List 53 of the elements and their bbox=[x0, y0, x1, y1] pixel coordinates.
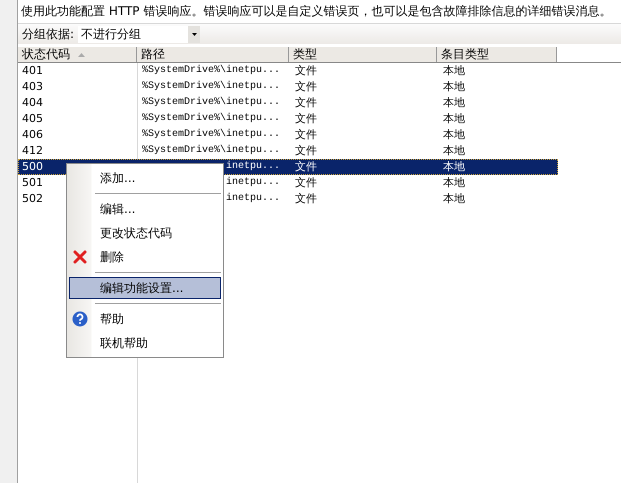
table-cell: 本地 bbox=[443, 127, 465, 143]
table-cell: 文件 bbox=[295, 63, 317, 79]
table-cell-text: %SystemDrive%\inetpu... bbox=[142, 144, 280, 158]
table-cell: 500 bbox=[22, 159, 43, 175]
column-header[interactable]: 条目类型 bbox=[437, 47, 557, 62]
table-cell: 文件 bbox=[295, 95, 317, 111]
help-icon bbox=[72, 311, 88, 327]
table-cell-text: %SystemDrive%\inetpu... bbox=[142, 64, 280, 78]
table-cell-text: %SystemDrive%\inetpu... bbox=[142, 80, 280, 94]
menu-item[interactable]: 编辑功能设置... bbox=[69, 277, 221, 299]
table-cell: 文件 bbox=[295, 127, 317, 143]
delete-icon bbox=[72, 249, 88, 265]
table-cell: 文件 bbox=[295, 79, 317, 95]
sort-ascending-icon bbox=[78, 52, 85, 56]
table-cell: 403 bbox=[22, 79, 43, 95]
table-cell: 本地 bbox=[443, 175, 465, 191]
menu-item[interactable]: 编辑... bbox=[69, 198, 221, 220]
table-cell-text: %SystemDrive%\inetpu... bbox=[142, 112, 280, 126]
group-by-dropdown[interactable]: 不进行分组 bbox=[78, 26, 200, 42]
table-cell: 本地 bbox=[443, 159, 465, 175]
table-cell-text: inetpu... bbox=[226, 176, 280, 190]
table-cell: 本地 bbox=[443, 111, 465, 127]
description-text: 使用此功能配置 HTTP 错误响应。错误响应可以是自定义错误页，也可以是包含故障排除信息的详细错误消息。 bbox=[20, 3, 612, 20]
table-cell: 文件 bbox=[295, 191, 317, 207]
table-cell-text: %SystemDrive%\inetpu... bbox=[142, 128, 280, 142]
table-cell-text: inetpu... bbox=[226, 192, 280, 206]
table-cell: 本地 bbox=[443, 79, 465, 95]
menu-item[interactable]: 删除 bbox=[69, 246, 221, 268]
table-cell-text: inetpu... bbox=[226, 160, 280, 174]
column-header[interactable]: 路径 bbox=[137, 47, 289, 62]
table-cell: 406 bbox=[22, 127, 43, 143]
column-header[interactable]: 类型 bbox=[289, 47, 437, 62]
table-cell-text: %SystemDrive%\inetpu... bbox=[142, 96, 280, 110]
table-cell: 本地 bbox=[443, 63, 465, 79]
table-cell: 文件 bbox=[295, 111, 317, 127]
table-cell: 本地 bbox=[443, 143, 465, 159]
table-cell: 502 bbox=[22, 191, 43, 207]
table-cell: 文件 bbox=[295, 159, 317, 175]
table-cell: 本地 bbox=[443, 191, 465, 207]
table-cell: 文件 bbox=[295, 175, 317, 191]
table-cell: 404 bbox=[22, 95, 43, 111]
table-cell: 本地 bbox=[443, 95, 465, 111]
menu-item[interactable]: 联机帮助 bbox=[69, 332, 221, 354]
dropdown-arrow-icon bbox=[192, 32, 197, 36]
table-cell: 412 bbox=[22, 143, 43, 159]
menu-item[interactable]: 帮助 bbox=[69, 308, 221, 330]
group-by-label: 分组依据: bbox=[22, 26, 74, 42]
menu-item[interactable]: 更改状态代码 bbox=[69, 222, 221, 244]
table-cell: 501 bbox=[22, 175, 43, 191]
column-header[interactable]: 状态代码 bbox=[18, 47, 137, 62]
table-cell: 405 bbox=[22, 111, 43, 127]
table-cell: 401 bbox=[22, 63, 43, 79]
table-cell: 文件 bbox=[295, 143, 317, 159]
